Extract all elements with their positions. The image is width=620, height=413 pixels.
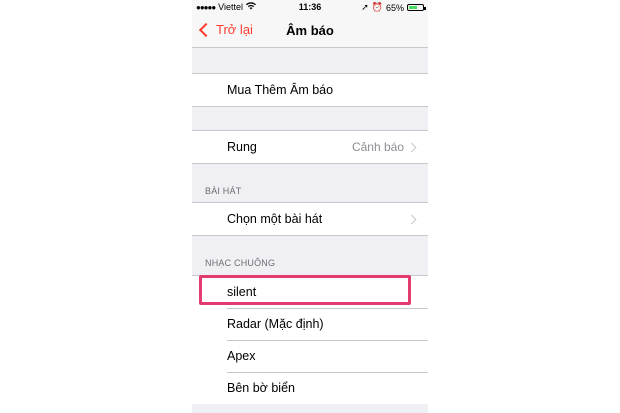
vibration-group: Rung Cảnh báo xyxy=(192,130,428,164)
vibration-label: Rung xyxy=(227,140,257,154)
battery-percentage: 65% xyxy=(385,2,404,13)
ringtones-section-header: NHẠC CHUÔNG xyxy=(205,258,276,268)
ringtone-item[interactable]: Radar (Mặc định) xyxy=(192,308,428,340)
chevron-right-icon xyxy=(406,214,417,225)
ringtone-label: Bên bờ biển xyxy=(227,381,295,395)
buy-more-tones-item[interactable]: Mua Thêm Âm báo xyxy=(192,74,428,106)
buy-more-tones-label: Mua Thêm Âm báo xyxy=(227,83,334,97)
navigation-bar: Trở lại Âm báo xyxy=(192,14,428,48)
vibration-value: Cảnh báo xyxy=(351,140,404,154)
battery-icon xyxy=(407,4,426,11)
ringtone-label: Apex xyxy=(227,349,256,363)
chevron-right-icon xyxy=(406,142,417,153)
selection-highlight-box xyxy=(199,275,411,305)
ringtone-label: Radar (Mặc định) xyxy=(227,317,324,331)
phone-screen: ●●●●● Viettel 11:36 ➚ ⏰ 65% Trở lại Âm b… xyxy=(192,0,428,413)
ringtone-item[interactable]: Apex xyxy=(192,340,428,372)
songs-group: Chọn một bài hát xyxy=(192,202,428,236)
battery-cap xyxy=(424,7,426,10)
pick-a-song-item[interactable]: Chọn một bài hát xyxy=(192,203,428,235)
alarm-icon: ⏰ xyxy=(371,2,383,12)
pick-a-song-label: Chọn một bài hát xyxy=(227,212,323,226)
battery-fill xyxy=(409,6,418,9)
vibration-item[interactable]: Rung Cảnh báo xyxy=(192,131,428,163)
songs-section-header: BÀI HÁT xyxy=(205,186,242,196)
store-group: Mua Thêm Âm báo xyxy=(192,73,428,107)
page-title: Âm báo xyxy=(286,23,334,38)
location-icon: ➚ xyxy=(361,2,369,12)
ringtone-item[interactable]: Bên bờ biển xyxy=(192,372,428,404)
status-bar: ●●●●● Viettel 11:36 ➚ ⏰ 65% xyxy=(192,0,428,14)
